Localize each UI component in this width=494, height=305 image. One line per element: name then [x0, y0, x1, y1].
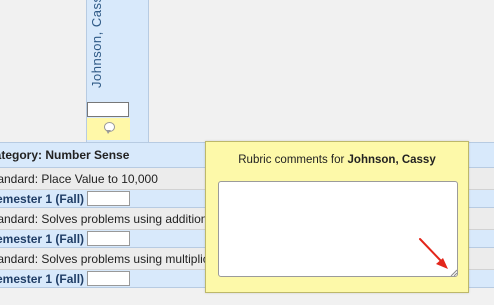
standard-label: Standard: Solves problems using multipli… — [0, 251, 215, 266]
term-label: Semester 1 (Fall) — [0, 271, 85, 286]
grade-input[interactable] — [87, 191, 130, 206]
grade-input[interactable] — [87, 231, 130, 246]
red-arrow-annotation — [419, 238, 448, 269]
term-label: Semester 1 (Fall) — [0, 231, 85, 246]
standard-label: Standard: Solves problems using addition… — [0, 211, 215, 226]
rubric-comments-popup: Rubric comments for Johnson, Cassy — [205, 141, 469, 293]
term-label: Semester 1 (Fall) — [0, 191, 85, 206]
comment-bubble-icon[interactable] — [104, 122, 115, 134]
standard-label: Standard: Place Value to 10,000 — [0, 171, 158, 186]
comment-cell[interactable] — [87, 118, 130, 140]
category-label: Category: Number Sense — [0, 148, 130, 162]
grade-input[interactable] — [87, 271, 130, 286]
student-name-header: Johnson, Cassy — [89, 0, 104, 88]
student-score-input[interactable] — [87, 102, 129, 117]
